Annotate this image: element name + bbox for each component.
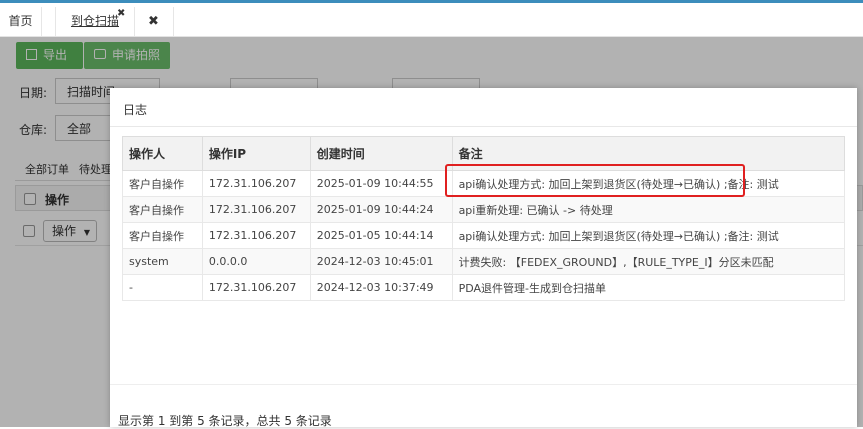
cell-note: api重新处理: 已确认 -> 待处理 xyxy=(451,196,846,223)
column-header-operator[interactable]: 操作人 xyxy=(122,136,203,171)
log-dialog: 日志 操作人 操作IP 创建时间 备注 客户自操作 172.31.106.207… xyxy=(110,88,857,428)
column-header-created-time[interactable]: 创建时间 xyxy=(309,136,453,171)
cell-ip: 0.0.0.0 xyxy=(201,248,311,275)
table-row: system 0.0.0.0 2024-12-03 10:45:01 计费失败:… xyxy=(122,248,846,275)
cell-note: 计费失败: 【FEDEX_GROUND】,【RULE_TYPE_I】分区未匹配 xyxy=(451,248,846,275)
column-header-ip[interactable]: 操作IP xyxy=(201,136,311,171)
table-row: - 172.31.106.207 2024-12-03 10:37:49 PDA… xyxy=(122,274,846,301)
highlight-annotation-box xyxy=(445,164,745,197)
cell-operator: 客户自操作 xyxy=(122,196,203,223)
cell-note: api确认处理方式: 加回上架到退货区(待处理→已确认) ;备注: 测试 xyxy=(451,222,846,249)
cell-ip: 172.31.106.207 xyxy=(201,196,311,223)
cell-operator: - xyxy=(122,274,203,301)
tab-bar: 首页 到仓扫描 ✖ ✖ xyxy=(0,3,863,37)
pagination-summary: 显示第 1 到第 5 条记录，总共 5 条记录 xyxy=(118,414,332,428)
cell-time: 2025-01-05 10:44:14 xyxy=(309,222,453,249)
cell-time: 2024-12-03 10:37:49 xyxy=(309,274,453,301)
cell-operator: system xyxy=(122,248,203,275)
dialog-title: 日志 xyxy=(123,103,148,117)
dialog-header: 日志 xyxy=(110,88,857,127)
cell-note: PDA退件管理-生成到仓扫描单 xyxy=(451,274,846,301)
cell-operator: 客户自操作 xyxy=(122,170,203,197)
tab-home[interactable]: 首页 xyxy=(0,7,42,36)
cell-time: 2025-01-09 10:44:55 xyxy=(309,170,453,197)
cell-time: 2025-01-09 10:44:24 xyxy=(309,196,453,223)
close-all-tabs-icon[interactable]: ✖ xyxy=(134,7,174,36)
log-table: 操作人 操作IP 创建时间 备注 客户自操作 172.31.106.207 20… xyxy=(122,136,846,301)
table-row: 客户自操作 172.31.106.207 2025-01-09 10:44:24… xyxy=(122,196,846,223)
cell-ip: 172.31.106.207 xyxy=(201,170,311,197)
cell-ip: 172.31.106.207 xyxy=(201,274,311,301)
tab-arrival-scan-label: 到仓扫描 xyxy=(70,14,119,28)
cell-operator: 客户自操作 xyxy=(122,222,203,249)
table-row: 客户自操作 172.31.106.207 2025-01-05 10:44:14… xyxy=(122,222,846,249)
dialog-footer-divider xyxy=(110,384,857,385)
close-tab-icon[interactable]: ✖ xyxy=(117,8,125,19)
cell-time: 2024-12-03 10:45:01 xyxy=(309,248,453,275)
cell-ip: 172.31.106.207 xyxy=(201,222,311,249)
